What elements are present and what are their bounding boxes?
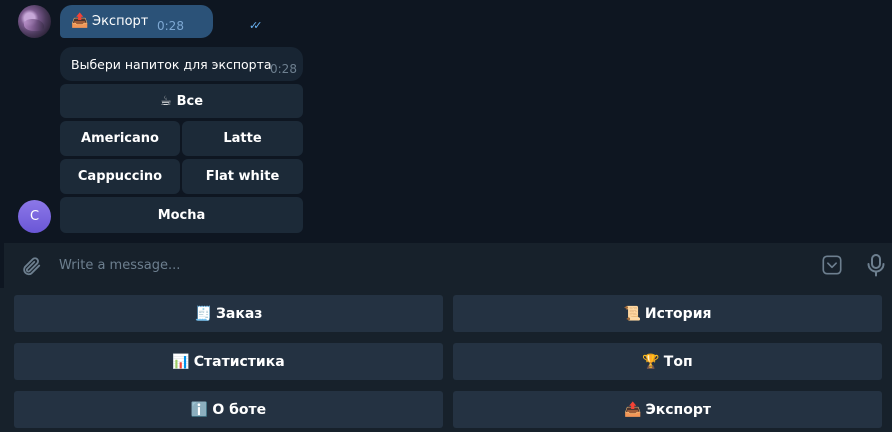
reply-button-label: Статистика <box>193 353 285 370</box>
reply-button-label: Заказ <box>215 305 263 322</box>
inline-button-americano[interactable]: Americano <box>60 121 180 156</box>
reply-button-label: Экспорт <box>645 401 711 418</box>
reply-button-order[interactable]: 🧾 Заказ <box>14 295 443 332</box>
bot-avatar[interactable]: C <box>18 200 51 233</box>
outbox-icon: 📤 <box>624 401 642 418</box>
info-icon: ℹ️ <box>190 401 209 418</box>
incoming-message[interactable]: Выбери напиток для экспорта 0:28 <box>60 47 303 81</box>
scroll-icon: 📜 <box>623 305 641 322</box>
inline-button-label: Americano <box>81 131 159 146</box>
reply-button-top[interactable]: 🏆 Топ <box>453 343 882 380</box>
reply-button-about[interactable]: ℹ️ О боте <box>14 391 443 428</box>
message-text: Выбери напиток для экспорта <box>71 57 272 72</box>
reply-button-label: О боте <box>212 401 267 418</box>
reply-keyboard: 🧾 Заказ 📜 История 📊 Статистика 🏆 Топ ℹ️ … <box>0 288 892 432</box>
microphone-icon[interactable] <box>866 253 886 281</box>
inline-button-latte[interactable]: Latte <box>182 121 303 156</box>
coffee-icon: ☕ <box>159 93 172 109</box>
message-text: Экспорт <box>92 14 149 29</box>
message-time: 0:28 <box>270 62 297 76</box>
inline-button-label: Все <box>176 93 204 109</box>
reply-button-stats[interactable]: 📊 Статистика <box>14 343 443 380</box>
receipt-icon: 🧾 <box>194 305 212 322</box>
avatar-letter: C <box>29 209 40 224</box>
inline-button-flat-white[interactable]: Flat white <box>182 159 303 194</box>
user-avatar[interactable] <box>18 5 51 38</box>
reply-button-history[interactable]: 📜 История <box>453 295 882 332</box>
outbox-icon: 📤 <box>71 13 89 29</box>
bar-chart-icon: 📊 <box>172 353 190 370</box>
message-time: 0:28 <box>157 19 184 33</box>
reply-button-label: История <box>644 305 712 322</box>
reply-button-export[interactable]: 📤 Экспорт <box>453 391 882 428</box>
inline-button-label: Cappuccino <box>77 169 163 184</box>
inline-button-mocha[interactable]: Mocha <box>60 197 303 233</box>
read-ticks-icon: ✓✓ <box>249 19 263 32</box>
message-composer: Write a message... <box>0 243 892 288</box>
inline-button-all[interactable]: ☕ Все <box>60 84 303 118</box>
trophy-icon: 🏆 <box>642 353 660 370</box>
reply-button-label: Топ <box>663 353 693 370</box>
inline-button-label: Latte <box>223 131 262 146</box>
chat-area: 📤 Экспорт 0:28 ✓✓ Выбери напиток для экс… <box>0 0 892 242</box>
inline-button-cappuccino[interactable]: Cappuccino <box>60 159 180 194</box>
inline-button-label: Mocha <box>157 207 206 223</box>
paperclip-icon[interactable] <box>20 255 42 281</box>
inline-button-label: Flat white <box>205 169 280 184</box>
keyboard-toggle-icon[interactable] <box>821 254 843 280</box>
outgoing-message[interactable]: 📤 Экспорт 0:28 ✓✓ <box>60 5 263 38</box>
message-input[interactable]: Write a message... <box>59 258 180 273</box>
